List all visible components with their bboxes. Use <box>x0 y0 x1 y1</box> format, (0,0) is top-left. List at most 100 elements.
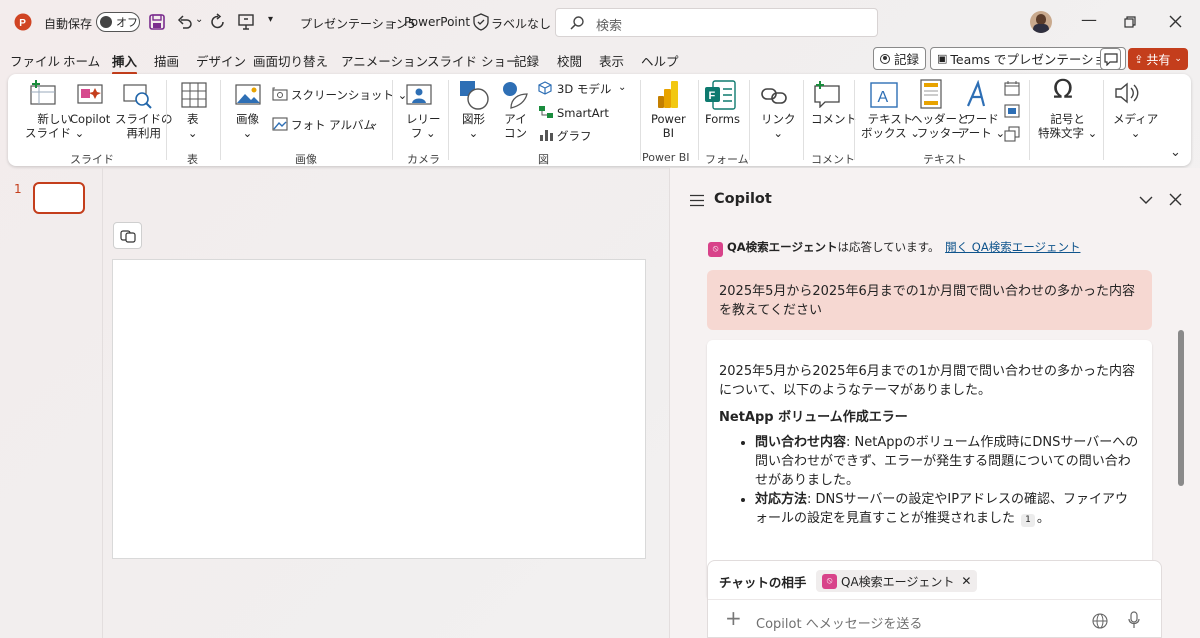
agent-chip[interactable]: ⦸ QA検索エージェント ✕ <box>816 570 978 592</box>
chart-button[interactable]: グラフ <box>557 129 592 143</box>
agent-status: ⦸ QA検索エージェントは応答しています。 開く QA検索エージェント <box>708 239 1080 257</box>
message-input[interactable]: Copilot へメッセージを送る <box>756 613 1076 632</box>
chat-scrollbar[interactable] <box>1178 330 1184 486</box>
sensitivity-shield-icon[interactable] <box>473 13 489 31</box>
remove-agent-icon[interactable]: ✕ <box>961 574 971 588</box>
customize-qat-icon[interactable]: ▾ <box>268 14 273 25</box>
svg-text:A: A <box>878 89 889 106</box>
tab-design[interactable]: デザイン <box>196 51 246 70</box>
tab-help[interactable]: ヘルプ <box>641 51 679 70</box>
tab-transitions[interactable]: 画面切り替え <box>253 51 328 70</box>
chat-input-area: チャットの相手 ⦸ QA検索エージェント ✕ + Copilot へメッセージを… <box>707 560 1162 638</box>
media-button[interactable]: メディア ⌄ <box>1113 112 1158 140</box>
slide-canvas[interactable] <box>112 259 646 559</box>
shapes-icon <box>460 81 489 110</box>
3d-model-button[interactable]: 3D モデル <box>557 82 611 96</box>
tab-view[interactable]: 表示 <box>599 51 624 70</box>
group-label-text: テキスト <box>923 153 967 166</box>
tab-review[interactable]: 校閲 <box>557 51 582 70</box>
wordart-button[interactable]: ワード アート ⌄ <box>958 112 1005 140</box>
hamburger-menu-icon[interactable] <box>689 194 705 207</box>
picture-icon <box>235 84 261 105</box>
screenshot-button[interactable]: スクリーンショット ⌄ <box>291 88 407 102</box>
date-time-icon[interactable] <box>1004 80 1020 96</box>
comments-panel-button[interactable] <box>1100 48 1121 70</box>
forms-icon: F <box>705 80 736 110</box>
tab-insert[interactable]: 挿入 <box>112 51 138 75</box>
object-icon[interactable] <box>1004 126 1020 142</box>
group-label-slides: スライド <box>70 153 114 166</box>
attach-plus-icon[interactable]: + <box>725 608 742 628</box>
tab-draw[interactable]: 描画 <box>154 51 179 70</box>
cameo-button[interactable]: レリーフ ⌄ <box>406 112 441 140</box>
share-icon: ⇪ <box>1134 52 1144 66</box>
forms-button[interactable]: Forms <box>705 112 740 126</box>
svg-text:P: P <box>19 18 26 29</box>
user-avatar[interactable] <box>1030 11 1052 33</box>
save-icon[interactable] <box>149 14 165 30</box>
response-heading: NetApp ボリューム作成エラー <box>719 410 908 425</box>
autosave-toggle[interactable]: オフ <box>96 12 140 32</box>
ribbon-separator <box>1029 80 1030 160</box>
sensitivity-label[interactable]: ラベルなし <box>491 15 551 32</box>
slide-number-icon[interactable] <box>1004 104 1020 118</box>
photo-album-button[interactable]: フォト アルバム <box>291 118 375 132</box>
slide-thumbnail[interactable] <box>33 182 85 214</box>
ribbon-separator <box>166 80 167 160</box>
agent-icon: ⦸ <box>822 573 837 589</box>
power-bi-button[interactable]: Power BI <box>651 112 686 140</box>
search-box[interactable]: 検索 <box>555 8 878 37</box>
chart-icon <box>540 130 553 141</box>
collapse-chevron-icon[interactable] <box>1139 195 1153 205</box>
text-box-icon: A <box>870 82 898 108</box>
teams-icon: ▣ <box>937 52 948 65</box>
search-icon <box>570 16 584 30</box>
copilot-button[interactable]: Copilot <box>70 112 110 126</box>
undo-dropdown-icon[interactable]: ⌄ <box>195 14 203 25</box>
open-agent-link[interactable]: 開く QA検索エージェント <box>945 240 1080 254</box>
photo-album-icon <box>272 117 288 131</box>
tab-home[interactable]: ホーム <box>63 51 100 70</box>
icons-button[interactable]: アイ コン <box>504 112 527 140</box>
3d-model-dropdown-icon[interactable]: ⌄ <box>618 82 626 93</box>
smartart-icon <box>539 106 553 118</box>
wordart-icon <box>966 80 986 107</box>
designer-button[interactable] <box>113 222 142 249</box>
shapes-button[interactable]: 図形 ⌄ <box>462 112 485 140</box>
ribbon-separator <box>803 80 804 160</box>
comment-button[interactable]: コメント <box>811 112 857 126</box>
table-button[interactable]: 表 ⌄ <box>187 112 199 140</box>
present-icon[interactable] <box>237 13 255 31</box>
new-comment-icon <box>814 81 840 108</box>
reuse-slides-icon <box>123 84 152 109</box>
tab-animations[interactable]: アニメーション <box>341 51 428 70</box>
close-window-icon[interactable] <box>1169 15 1182 28</box>
record-button[interactable]: 記録 <box>873 47 927 70</box>
close-pane-icon[interactable] <box>1169 193 1182 206</box>
new-slide-icon <box>30 80 56 105</box>
tab-file[interactable]: ファイル <box>10 51 60 70</box>
reuse-slides-button[interactable]: スライドの 再利用 <box>115 112 173 140</box>
smartart-button[interactable]: SmartArt <box>557 106 609 120</box>
symbols-button[interactable]: 記号と 特殊文字 ⌄ <box>1038 112 1097 140</box>
ribbon-expand-chevron-icon[interactable]: ⌄ <box>1170 145 1181 160</box>
citation-badge[interactable]: 1 <box>1021 514 1035 527</box>
tab-record[interactable]: 記録 <box>514 51 539 70</box>
toggle-knob <box>100 16 112 28</box>
restore-icon[interactable] <box>1124 16 1136 28</box>
media-speaker-icon <box>1115 82 1139 104</box>
response-list: 問い合わせ内容: NetAppのボリューム作成時にDNSサーバーへの問い合わせが… <box>719 433 1140 528</box>
globe-icon[interactable] <box>1092 613 1108 629</box>
link-button[interactable]: リンク ⌄ <box>761 112 796 140</box>
share-dropdown-icon: ⌄ <box>1174 54 1182 64</box>
minimize-icon[interactable]: — <box>1081 10 1097 29</box>
undo-icon[interactable] <box>176 13 194 31</box>
picture-button[interactable]: 画像 ⌄ <box>236 112 259 140</box>
redo-icon[interactable] <box>209 13 227 31</box>
photo-album-dropdown-icon[interactable]: ⌄ <box>370 118 378 129</box>
group-label-table: 表 <box>187 153 198 166</box>
teams-present-button[interactable]: ▣ Teams でプレゼンテーション <box>930 47 1126 70</box>
share-button[interactable]: ⇪ 共有 ⌄ <box>1128 48 1188 70</box>
tab-slideshow[interactable]: スライド ショー <box>427 51 518 70</box>
microphone-icon[interactable] <box>1128 611 1140 629</box>
